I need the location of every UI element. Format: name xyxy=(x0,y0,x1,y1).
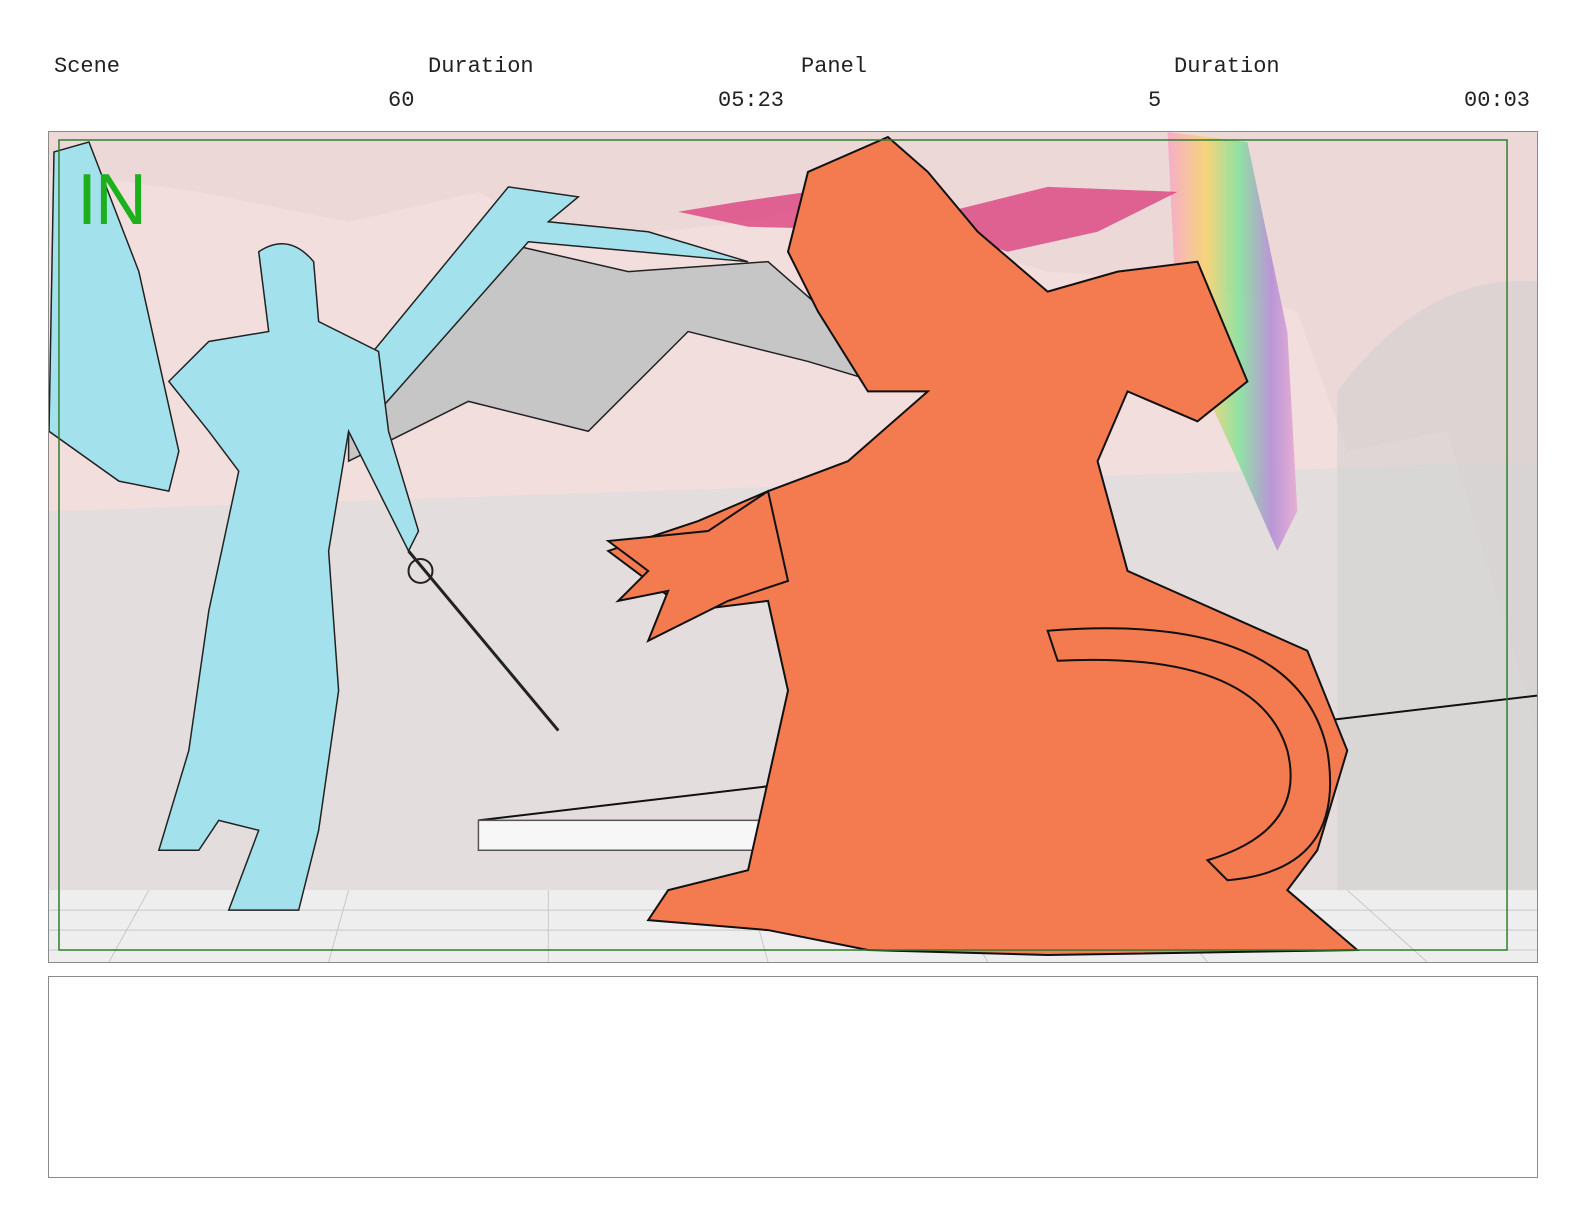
panel-artwork xyxy=(49,132,1537,962)
panel-label: Panel xyxy=(801,54,868,79)
scene-number-value: 60 xyxy=(388,88,415,113)
panel-number-value: 5 xyxy=(1148,88,1162,113)
scene-duration-value: 05:23 xyxy=(718,88,785,113)
storyboard-panel: IN xyxy=(48,131,1538,963)
panel-duration-label: Duration xyxy=(1174,54,1280,79)
panel-duration-value: 00:03 xyxy=(1464,88,1531,113)
notes-box[interactable] xyxy=(48,976,1538,1178)
transition-in-mark: IN xyxy=(77,160,147,240)
scene-duration-label: Duration xyxy=(428,54,534,79)
scene-label: Scene xyxy=(54,54,121,79)
